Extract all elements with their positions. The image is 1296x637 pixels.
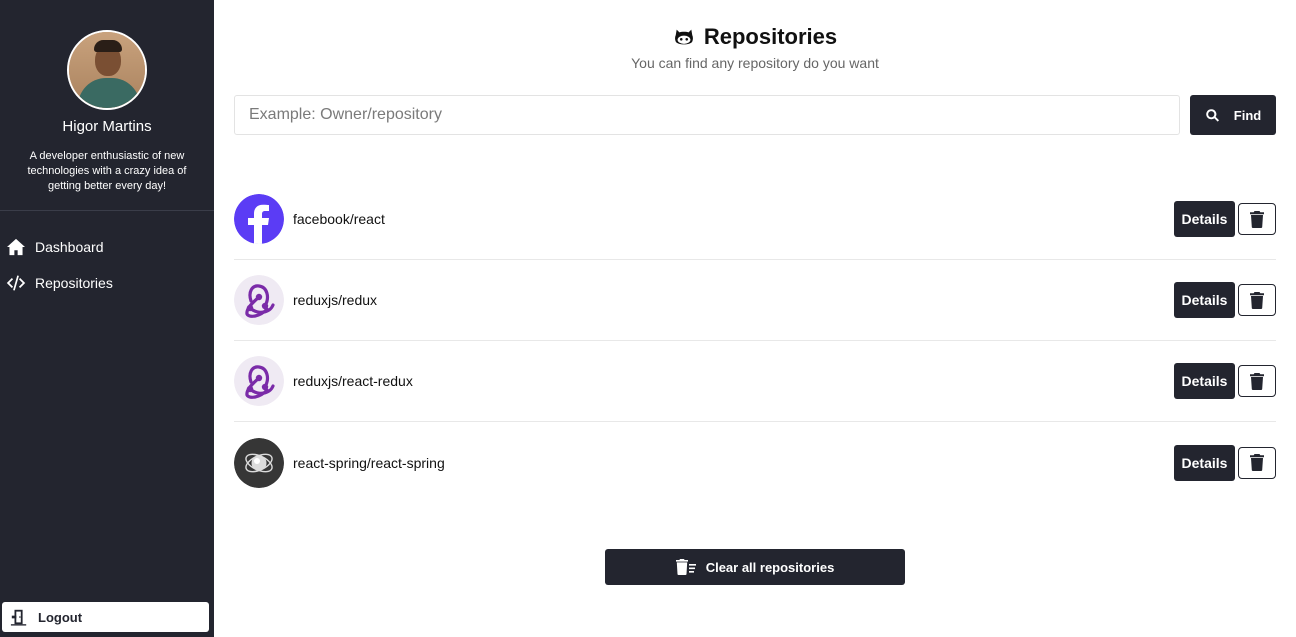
details-button[interactable]: Details [1174, 363, 1235, 399]
trash-list-icon [675, 559, 696, 575]
repository-name: react-spring/react-spring [293, 454, 445, 471]
sidebar-nav: Dashboard Repositories [0, 229, 214, 301]
redux-logo-icon [234, 356, 284, 406]
logout-button[interactable]: Logout [2, 602, 209, 632]
trash-icon [1250, 210, 1264, 228]
find-button-label: Find [1233, 107, 1262, 123]
code-icon [6, 275, 26, 291]
sidebar-item-dashboard[interactable]: Dashboard [0, 229, 214, 265]
sidebar-item-label: Dashboard [35, 239, 104, 255]
list-item: react-spring/react-spring Details [234, 422, 1276, 503]
profile: Higor Martins A developer enthusiastic o… [0, 0, 214, 194]
door-exit-icon [10, 609, 27, 626]
trash-icon [1250, 291, 1264, 309]
search-form: Find [234, 95, 1276, 135]
repository-name: reduxjs/redux [293, 292, 378, 308]
delete-button[interactable] [1238, 203, 1276, 235]
trash-icon [1250, 372, 1264, 390]
user-name: Higor Martins [62, 118, 152, 135]
list-item: facebook/react Details [234, 179, 1276, 260]
sidebar-divider [0, 210, 214, 211]
delete-button[interactable] [1238, 446, 1276, 479]
list-item: reduxjs/redux Details [234, 260, 1276, 341]
home-icon [7, 238, 25, 256]
sidebar-item-label: Repositories [35, 275, 113, 291]
user-bio: A developer enthusiastic of new technolo… [27, 150, 187, 192]
redux-logo-icon [234, 275, 284, 325]
details-button[interactable]: Details [1174, 444, 1235, 481]
clear-all-wrapper: Clear all repositories [234, 549, 1276, 585]
sidebar: Higor Martins A developer enthusiastic o… [0, 0, 214, 637]
main-content: Repositories You can find any repository… [214, 0, 1296, 637]
search-icon [1206, 108, 1219, 122]
page-header: Repositories You can find any repository… [234, 0, 1276, 71]
repository-list: facebook/react Details reduxjs/redux Det… [234, 179, 1276, 503]
find-button[interactable]: Find [1190, 95, 1276, 135]
repository-search-input[interactable] [234, 95, 1180, 135]
page-title-row: Repositories [234, 24, 1276, 50]
page-subtitle: You can find any repository do you want [631, 55, 879, 71]
details-button[interactable]: Details [1174, 201, 1235, 237]
sidebar-item-repositories[interactable]: Repositories [0, 265, 214, 301]
logout-label: Logout [38, 609, 83, 625]
trash-icon [1250, 454, 1264, 471]
github-octocat-icon [674, 29, 693, 45]
delete-button[interactable] [1238, 284, 1276, 316]
page-title: Repositories [703, 24, 838, 49]
delete-button[interactable] [1238, 365, 1276, 397]
details-button[interactable]: Details [1174, 282, 1235, 318]
react-spring-logo-icon [234, 437, 284, 488]
facebook-logo-icon [234, 194, 284, 244]
avatar [67, 30, 147, 110]
clear-all-label: Clear all repositories [705, 559, 835, 575]
list-item: reduxjs/react-redux Details [234, 341, 1276, 422]
repository-name: reduxjs/react-redux [293, 373, 413, 389]
repository-name: facebook/react [293, 211, 385, 227]
clear-all-button[interactable]: Clear all repositories [605, 549, 905, 585]
